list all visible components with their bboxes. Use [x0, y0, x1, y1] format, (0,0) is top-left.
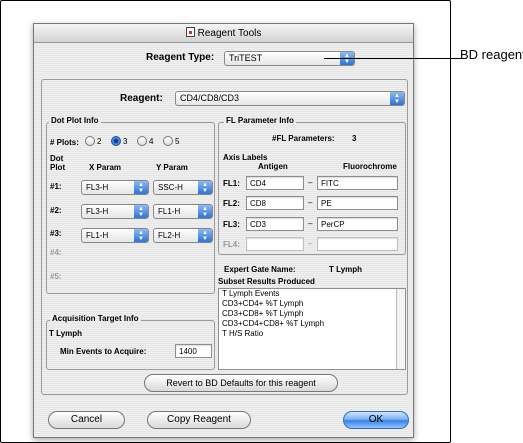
plot-2-y-value: FL1-H — [158, 207, 181, 216]
plot-1-y-popup[interactable]: SSC-H ▲ ▼ — [153, 180, 213, 195]
expert-gate-label: Expert Gate Name: — [224, 265, 296, 274]
fl1-antigen-field[interactable] — [246, 176, 304, 190]
reagent-type-value: TriTEST — [229, 53, 263, 63]
fl2-dash: – — [308, 198, 313, 207]
plot-1-x-popup[interactable]: FL3-H ▲ ▼ — [81, 180, 149, 195]
popup-arrows-icon: ▲ ▼ — [134, 229, 148, 242]
reagent-tools-window: Reagent Tools Reagent Type: TriTEST ▲ ▼ R… — [33, 23, 414, 438]
reagent-type-label: Reagent Type: — [146, 52, 215, 63]
plot-3-y-value: FL2-H — [158, 231, 181, 240]
title-bar: Reagent Tools — [34, 24, 413, 43]
plot-3-y-popup[interactable]: FL2-H ▲ ▼ — [153, 228, 213, 243]
reagent-popup[interactable]: CD4/CD8/CD3 ▲ ▼ — [175, 91, 405, 106]
list-item[interactable]: T H/S Ratio — [219, 329, 405, 339]
fl3-dash: – — [308, 219, 313, 228]
plots-radio-2[interactable] — [85, 136, 95, 146]
plots-radio-3[interactable] — [111, 136, 121, 146]
list-item[interactable]: CD3+CD4+ %T Lymph — [219, 299, 405, 309]
ok-button[interactable]: OK — [343, 411, 409, 429]
reagent-value: CD4/CD8/CD3 — [180, 93, 240, 103]
subset-results-list[interactable]: T Lymph Events CD3+CD4+ %T Lymph CD3+CD8… — [218, 288, 406, 370]
plot-1-x-value: FL3-H — [86, 183, 109, 192]
plots-option-3: 3 — [123, 137, 128, 146]
fl2-antigen-field[interactable] — [246, 196, 304, 210]
fl1-fluorochrome-field[interactable] — [317, 176, 398, 190]
fl2-label: FL2: — [223, 199, 240, 208]
plots-radio-5[interactable] — [163, 136, 173, 146]
plots-option-2: 2 — [97, 137, 102, 146]
col-fluorochrome: Fluorochrome — [343, 162, 397, 171]
popup-arrows-icon: ▲ ▼ — [198, 229, 212, 242]
col-plot-label: Plot — [50, 163, 66, 172]
plot-row-2-label: #2: — [50, 206, 62, 215]
plot-row-4-label: #4: — [50, 248, 62, 257]
plots-option-4: 4 — [149, 137, 154, 146]
popup-arrows-icon: ▲ ▼ — [134, 205, 148, 218]
window-title: Reagent Tools — [197, 28, 262, 39]
acquisition-title: Acquisition Target Info — [50, 314, 141, 323]
plot-row-5-label: #5: — [50, 272, 62, 281]
reagent-label: Reagent: — [120, 93, 163, 104]
fl-param-title: FL Parameter Info — [224, 116, 296, 125]
fl4-fluorochrome-field — [317, 237, 398, 251]
copy-reagent-button[interactable]: Copy Reagent — [147, 411, 251, 429]
popup-arrows-icon: ▲ ▼ — [134, 181, 148, 194]
col-x-param: X Param — [89, 163, 122, 172]
plot-3-x-value: FL1-H — [86, 231, 109, 240]
fl1-label: FL1: — [223, 179, 240, 188]
col-y-param: Y Param — [156, 163, 188, 172]
document-icon — [185, 27, 195, 37]
callout-line — [324, 58, 464, 59]
expert-gate-value: T Lymph — [329, 265, 363, 274]
plots-label: # Plots: — [50, 138, 79, 147]
plot-2-x-value: FL3-H — [86, 207, 109, 216]
popup-arrows-icon: ▲ ▼ — [198, 205, 212, 218]
plots-option-5: 5 — [175, 137, 180, 146]
fl2-fluorochrome-field[interactable] — [317, 196, 398, 210]
popup-arrows-icon: ▲ ▼ — [390, 92, 404, 105]
plot-1-y-value: SSC-H — [158, 183, 183, 192]
min-events-field[interactable] — [175, 344, 212, 358]
plot-row-3-label: #3: — [50, 229, 62, 238]
fl3-antigen-field[interactable] — [246, 217, 304, 231]
list-item[interactable]: T Lymph Events — [219, 289, 405, 299]
min-events-label: Min Events to Acquire: — [60, 347, 147, 356]
popup-arrows-icon: ▲ ▼ — [198, 181, 212, 194]
fl-count-label: #FL Parameters: — [272, 134, 335, 143]
callout-text: BD reagent — [460, 47, 523, 62]
fl3-label: FL3: — [223, 220, 240, 229]
acquisition-gate: T Lymph — [49, 329, 83, 338]
plot-2-y-popup[interactable]: FL1-H ▲ ▼ — [153, 204, 213, 219]
list-scrollbar[interactable] — [396, 289, 405, 369]
plot-row-1-label: #1: — [50, 182, 62, 191]
revert-defaults-button[interactable]: Revert to BD Defaults for this reagent — [144, 374, 338, 392]
fl-count-value: 3 — [352, 134, 357, 143]
plots-radio-4[interactable] — [137, 136, 147, 146]
fl4-label: FL4: — [223, 240, 240, 249]
col-antigen: Antigen — [258, 162, 288, 171]
dot-plot-title: Dot Plot Info — [49, 116, 101, 125]
fl3-fluorochrome-field[interactable] — [317, 217, 398, 231]
subset-results-label: Subset Results Produced — [218, 277, 315, 286]
cancel-button[interactable]: Cancel — [48, 411, 125, 429]
list-item[interactable]: CD3+CD8+ %T Lymph — [219, 309, 405, 319]
list-item[interactable]: CD3+CD4+CD8+ %T Lymph — [219, 319, 405, 329]
plot-2-x-popup[interactable]: FL3-H ▲ ▼ — [81, 204, 149, 219]
fl4-antigen-field — [246, 237, 304, 251]
axis-labels-heading: Axis Labels — [223, 153, 268, 162]
plot-3-x-popup[interactable]: FL1-H ▲ ▼ — [81, 228, 149, 243]
fl1-dash: – — [308, 178, 313, 187]
col-dot-label: Dot — [50, 154, 64, 163]
fl4-dash: – — [308, 239, 313, 248]
